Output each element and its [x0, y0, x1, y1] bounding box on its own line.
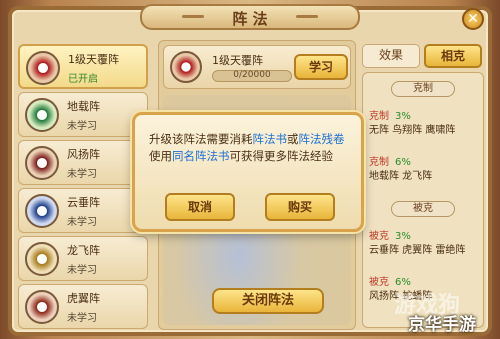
- list-item-name: 龙飞阵: [67, 244, 100, 257]
- list-item-dizai[interactable]: 地载阵 未学习: [18, 92, 148, 137]
- restrain-names-2: 地载阵 龙飞阵: [369, 171, 433, 182]
- list-item-status: 已开启: [68, 74, 98, 85]
- restrained-header: 被克: [391, 201, 455, 217]
- fengyang-array-icon: [25, 146, 59, 180]
- dialog-message: 升级该阵法需要消耗阵法书或阵法残卷 使用同名阵法书可获得更多阵法经验: [149, 131, 355, 165]
- window-title-bar: 阵 法: [140, 4, 360, 30]
- msg-text: 或: [287, 132, 299, 146]
- list-item-tianfu[interactable]: 1级天覆阵 已开启: [18, 44, 148, 89]
- tianfu-array-icon: [170, 51, 202, 83]
- array-detail-header: 1级天覆阵 0/20000 学习: [163, 45, 351, 89]
- restrained-line-1: 被克 3%: [369, 227, 411, 242]
- tab-effect[interactable]: 效果: [362, 44, 420, 68]
- same-name-book-link: 同名阵法书: [172, 149, 230, 163]
- restrain-line-1: 克制 3%: [369, 107, 411, 122]
- list-item-status: 未学习: [67, 121, 97, 132]
- list-item-status: 未学习: [67, 169, 97, 180]
- dizai-array-icon: [25, 98, 59, 132]
- close-button[interactable]: ✕: [462, 8, 484, 30]
- list-item-longfei[interactable]: 龙飞阵 未学习: [18, 236, 148, 281]
- cancel-button[interactable]: 取消: [165, 193, 235, 221]
- restrained-line-2: 被克 6%: [369, 273, 411, 288]
- list-item-name: 云垂阵: [67, 196, 100, 209]
- list-item-status: 未学习: [67, 265, 97, 276]
- tab-counter[interactable]: 相克: [424, 44, 482, 68]
- list-item-huyi[interactable]: 虎翼阵 未学习: [18, 284, 148, 329]
- array-scroll-link: 阵法残卷: [298, 132, 345, 146]
- list-item-name: 风扬阵: [67, 148, 100, 161]
- huyi-array-icon: [25, 290, 59, 324]
- exp-progress-bar: 0/20000: [212, 70, 292, 82]
- array-book-link: 阵法书: [252, 132, 288, 146]
- msg-text: 升级该阵法需要消耗: [149, 132, 253, 146]
- msg-text: 使用: [149, 149, 172, 163]
- array-list: 1级天覆阵 已开启 地载阵 未学习 风扬阵 未学习 云垂阵 未学习 龙飞阵 未学…: [18, 40, 150, 330]
- restrain-header: 克制: [391, 81, 455, 97]
- exp-progress-text: 0/20000: [233, 70, 271, 80]
- page-title: 阵 法: [232, 10, 268, 28]
- list-item-fengyang[interactable]: 风扬阵 未学习: [18, 140, 148, 185]
- list-item-yunchui[interactable]: 云垂阵 未学习: [18, 188, 148, 233]
- restrain-line-2: 克制 6%: [369, 153, 411, 168]
- learn-button[interactable]: 学习: [294, 54, 348, 80]
- restrain-names-1: 无阵 鸟翔阵 鹰啸阵: [369, 125, 456, 136]
- watermark-text: 京华手游: [408, 315, 476, 335]
- list-item-name: 1级天覆阵: [68, 53, 119, 66]
- upgrade-dialog: 升级该阵法需要消耗阵法书或阵法残卷 使用同名阵法书可获得更多阵法经验 取消 购买: [132, 112, 364, 232]
- buy-button[interactable]: 购买: [265, 193, 335, 221]
- yunchui-array-icon: [25, 194, 59, 228]
- list-item-name: 地载阵: [67, 100, 100, 113]
- restrained-names-1: 云垂阵 虎翼阵 雷绝阵: [369, 245, 466, 256]
- close-array-button[interactable]: 关闭阵法: [212, 288, 324, 314]
- msg-text: 可获得更多阵法经验: [229, 149, 334, 163]
- detail-array-name: 1级天覆阵: [212, 54, 263, 67]
- list-item-name: 虎翼阵: [67, 292, 100, 305]
- tianfu-array-icon: [26, 51, 60, 85]
- list-item-status: 未学习: [67, 313, 97, 324]
- title-ornament-right: [296, 15, 318, 18]
- list-item-status: 未学习: [67, 217, 97, 228]
- longfei-array-icon: [25, 242, 59, 276]
